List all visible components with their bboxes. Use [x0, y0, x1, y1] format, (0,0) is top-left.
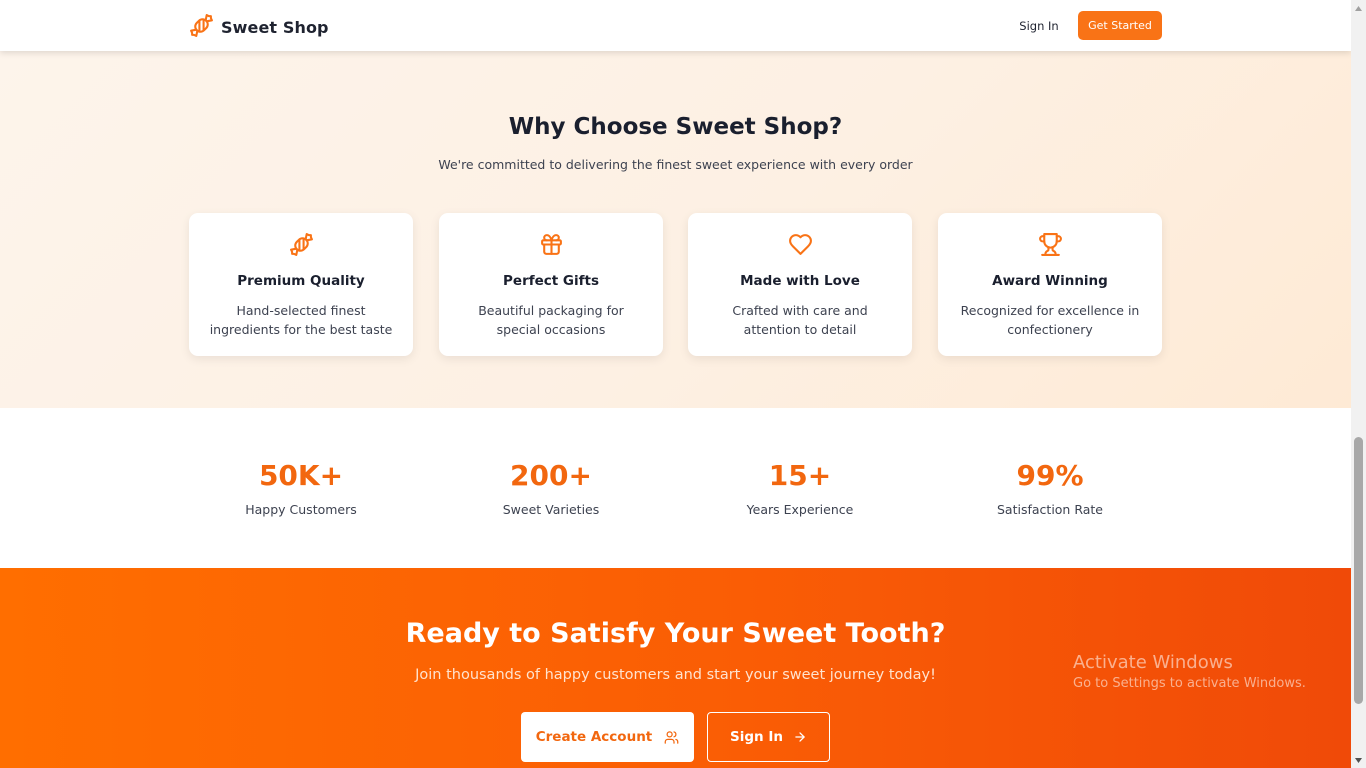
feature-title: Made with Love	[740, 273, 860, 289]
candy-icon	[189, 232, 413, 258]
cta-sign-in-button[interactable]: Sign In	[707, 712, 830, 762]
stats-section: 50K+ Happy Customers 200+ Sweet Varietie…	[0, 408, 1351, 568]
feature-card-made-with-love: Made with Love Crafted with care and att…	[688, 213, 912, 356]
stat-label: Satisfaction Rate	[997, 502, 1103, 517]
watermark-title: Activate Windows	[1073, 652, 1233, 673]
stat-years-experience: 15+ Years Experience	[688, 458, 912, 517]
feature-card-award-winning: Award Winning Recognized for excellence …	[938, 213, 1162, 356]
feature-description: Hand-selected finest ingredients for the…	[209, 303, 393, 337]
stat-happy-customers: 50K+ Happy Customers	[189, 458, 413, 517]
heart-icon	[688, 232, 912, 258]
stat-label: Years Experience	[746, 502, 854, 517]
stat-value: 50K+	[258, 459, 344, 492]
page-scrollbar[interactable]	[1351, 0, 1366, 768]
feature-title: Premium Quality	[237, 273, 365, 289]
scrollbar-thumb[interactable]	[1354, 437, 1363, 704]
feature-card-premium-quality: Premium Quality Hand-selected finest ing…	[189, 213, 413, 356]
trophy-icon	[938, 232, 1162, 258]
scroll-up-arrow-icon[interactable]	[1351, 0, 1366, 16]
windows-activation-watermark: Activate Windows Go to Settings to activ…	[1073, 652, 1306, 691]
cta-title: Ready to Satisfy Your Sweet Tooth?	[405, 618, 946, 649]
stat-value: 15+	[768, 459, 832, 492]
get-started-button[interactable]: Get Started	[1078, 11, 1162, 40]
stat-label: Happy Customers	[245, 502, 357, 517]
create-account-button[interactable]: Create Account	[521, 712, 694, 762]
why-choose-section: Why Choose Sweet Shop? We're committed t…	[0, 51, 1351, 408]
site-header: Sweet Shop Sign In Get Started	[0, 0, 1351, 51]
stat-value: 200+	[510, 459, 592, 492]
feature-card-perfect-gifts: Perfect Gifts Beautiful packaging for sp…	[439, 213, 663, 356]
scroll-down-arrow-icon[interactable]	[1351, 752, 1366, 768]
section-title: Why Choose Sweet Shop?	[508, 114, 843, 140]
arrow-right-icon	[795, 732, 805, 742]
feature-description: Recognized for excellence in confectione…	[960, 303, 1140, 337]
stat-label: Sweet Varieties	[502, 502, 600, 517]
stat-satisfaction-rate: 99% Satisfaction Rate	[938, 458, 1162, 517]
section-subtitle: We're committed to delivering the finest…	[438, 157, 913, 172]
stat-value: 99%	[1016, 459, 1084, 492]
candy-icon	[189, 13, 214, 42]
watermark-subtitle: Go to Settings to activate Windows.	[1073, 676, 1306, 691]
brand-name: Sweet Shop	[221, 18, 329, 37]
feature-description: Crafted with care and attention to detai…	[732, 303, 868, 337]
users-icon	[664, 730, 679, 744]
brand-logo[interactable]: Sweet Shop	[189, 13, 329, 42]
header-sign-in-button[interactable]: Sign In	[1010, 15, 1068, 37]
gift-icon	[439, 232, 663, 258]
feature-description: Beautiful packaging for special occasion…	[478, 303, 624, 337]
cta-sign-in-label: Sign In	[730, 729, 783, 745]
feature-title: Perfect Gifts	[503, 273, 599, 289]
create-account-label: Create Account	[535, 729, 653, 745]
feature-title: Award Winning	[992, 273, 1108, 289]
stat-sweet-varieties: 200+ Sweet Varieties	[439, 458, 663, 517]
